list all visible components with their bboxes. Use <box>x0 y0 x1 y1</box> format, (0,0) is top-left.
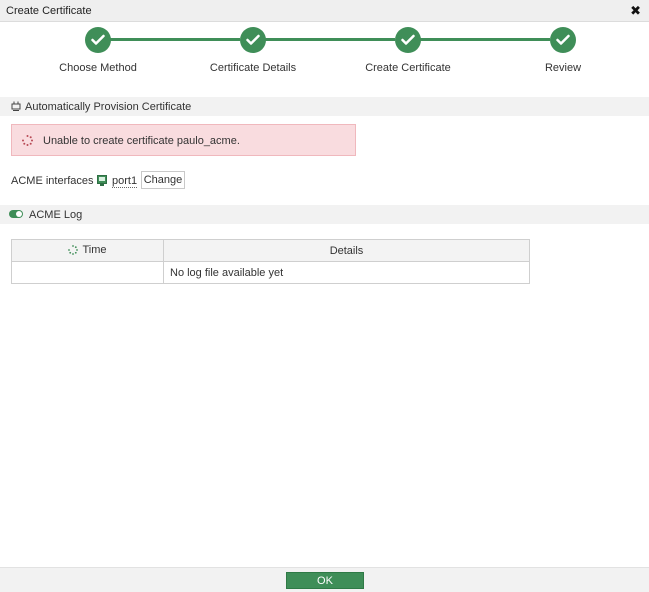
dialog-title: Create Certificate <box>6 5 92 17</box>
dialog-titlebar: Create Certificate ✖ <box>0 0 649 22</box>
network-port-icon <box>97 175 107 186</box>
step-4-complete-icon <box>550 27 576 53</box>
step-3-complete-icon <box>395 27 421 53</box>
acme-log-title: ACME Log <box>29 209 83 221</box>
log-details-cell: No log file available yet <box>163 261 530 284</box>
error-message: Unable to create certificate paulo_acme. <box>43 135 240 147</box>
step-1-complete-icon <box>85 27 111 53</box>
step-connector <box>265 38 395 41</box>
acme-interfaces-label: ACME interfaces <box>11 175 94 187</box>
interface-port1[interactable]: port1 <box>112 175 138 188</box>
wizard-stepper: Choose Method Certificate Details Create… <box>0 22 649 88</box>
ok-button[interactable]: OK <box>286 572 364 589</box>
log-time-cell <box>11 261 164 284</box>
change-interface-button[interactable]: Change <box>141 171 185 189</box>
provision-section-title: Automatically Provision Certificate <box>25 101 192 113</box>
step-connector <box>110 38 240 41</box>
acme-log-table: Time Details No log file available yet <box>11 239 530 284</box>
provision-section-header: Automatically Provision Certificate <box>0 97 649 116</box>
dialog-footer: OK <box>0 567 649 592</box>
close-icon[interactable]: ✖ <box>630 3 641 19</box>
step-connector <box>420 38 550 41</box>
column-header-time[interactable]: Time <box>11 239 164 262</box>
loading-spinner-icon <box>68 244 79 258</box>
table-header-row: Time Details <box>11 239 530 262</box>
column-header-time-label: Time <box>82 243 107 256</box>
step-label-create-certificate: Create Certificate <box>365 62 451 74</box>
table-row: No log file available yet <box>11 261 530 284</box>
spinner-icon <box>22 135 33 149</box>
step-label-review: Review <box>544 62 582 74</box>
toggle-knob <box>16 211 22 217</box>
step-label-choose-method: Choose Method <box>59 62 137 74</box>
error-alert: Unable to create certificate paulo_acme. <box>11 124 356 156</box>
certificate-icon <box>11 101 21 115</box>
acme-log-toggle[interactable] <box>9 210 23 218</box>
step-2-complete-icon <box>240 27 266 53</box>
acme-log-section-header: ACME Log <box>0 205 649 224</box>
step-label-certificate-details: Certificate Details <box>209 62 297 74</box>
column-header-details[interactable]: Details <box>163 239 530 262</box>
